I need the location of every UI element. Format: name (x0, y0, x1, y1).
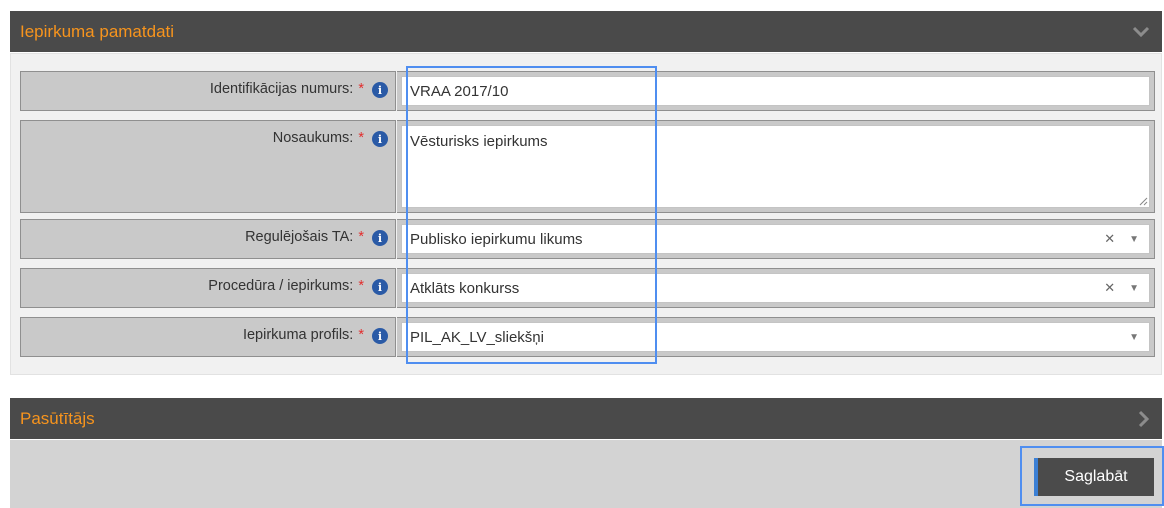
clear-icon[interactable]: ✕ (1104, 231, 1115, 247)
form-row-name: Nosaukums: * i Vēsturisks iepirkums (20, 120, 1155, 213)
required-marker: * (358, 229, 364, 245)
form-row-procedure: Procedūra / iepirkums: * i Atklāts konkur… (20, 268, 1155, 308)
info-icon[interactable]: i (372, 82, 388, 98)
required-marker: * (358, 327, 364, 343)
field-label: Regulējošais TA: (245, 229, 354, 245)
field-label: Iepirkuma profils: (242, 327, 354, 343)
form-row-regulating-act: Regulējošais TA: * i Publisko iepirkumu l… (20, 219, 1155, 259)
field-value-cell: PIL_AK_LV_sliekšņi ▼ (397, 317, 1155, 357)
field-value-cell: Vēsturisks iepirkums (397, 120, 1155, 213)
panel-header-customer[interactable]: Pasūtītājs (10, 398, 1162, 439)
field-label-cell: Nosaukums: * i (20, 120, 396, 213)
footer-bar (10, 440, 1162, 508)
save-button-highlight: Saglabāt (1020, 446, 1164, 506)
required-marker: * (358, 81, 364, 97)
resize-grip-icon[interactable] (1138, 196, 1148, 206)
info-icon[interactable]: i (372, 279, 388, 295)
required-marker: * (358, 278, 364, 294)
regulating-act-select[interactable]: Publisko iepirkumu likums ✕ ▼ (401, 224, 1150, 254)
field-label-cell: Identifikācijas numurs: * i (20, 71, 396, 111)
clear-icon[interactable]: ✕ (1104, 280, 1115, 296)
dropdown-arrow-icon[interactable]: ▼ (1129, 283, 1139, 294)
panel-title-customer: Pasūtītājs (20, 409, 95, 428)
required-marker: * (358, 130, 364, 146)
panel-header-main[interactable]: Iepirkuma pamatdati (10, 11, 1162, 52)
info-icon[interactable]: i (372, 131, 388, 147)
field-label: Nosaukums: (272, 130, 354, 146)
info-icon[interactable]: i (372, 328, 388, 344)
identification-number-input[interactable] (401, 76, 1150, 106)
chevron-down-icon[interactable] (1132, 11, 1150, 52)
field-label: Procedūra / iepirkums: (208, 278, 354, 294)
form-row-identification: Identifikācijas numurs: * i (20, 71, 1155, 111)
field-label-cell: Regulējošais TA: * i (20, 219, 396, 259)
dropdown-arrow-icon[interactable]: ▼ (1129, 234, 1139, 245)
procurement-profile-select[interactable]: PIL_AK_LV_sliekšņi ▼ (401, 322, 1150, 352)
field-value-cell (397, 71, 1155, 111)
select-value: PIL_AK_LV_sliekšņi (410, 328, 544, 346)
chevron-right-icon[interactable] (1138, 398, 1150, 439)
name-textarea[interactable]: Vēsturisks iepirkums (401, 125, 1150, 208)
field-value-cell: Atklāts konkurss ✕ ▼ (397, 268, 1155, 308)
procedure-select[interactable]: Atklāts konkurss ✕ ▼ (401, 273, 1150, 303)
panel-title-main: Iepirkuma pamatdati (20, 22, 175, 41)
field-value-cell: Publisko iepirkumu likums ✕ ▼ (397, 219, 1155, 259)
form-row-procurement-profile: Iepirkuma profils: * i PIL_AK_LV_sliekšņi… (20, 317, 1155, 357)
dropdown-arrow-icon[interactable]: ▼ (1129, 332, 1139, 343)
field-label-cell: Iepirkuma profils: * i (20, 317, 396, 357)
field-label: Identifikācijas numurs: (209, 81, 354, 97)
info-icon[interactable]: i (372, 230, 388, 246)
field-label-cell: Procedūra / iepirkums: * i (20, 268, 396, 308)
select-value: Publisko iepirkumu likums (410, 230, 583, 248)
save-button[interactable]: Saglabāt (1034, 458, 1154, 496)
select-value: Atklāts konkurss (410, 279, 520, 297)
